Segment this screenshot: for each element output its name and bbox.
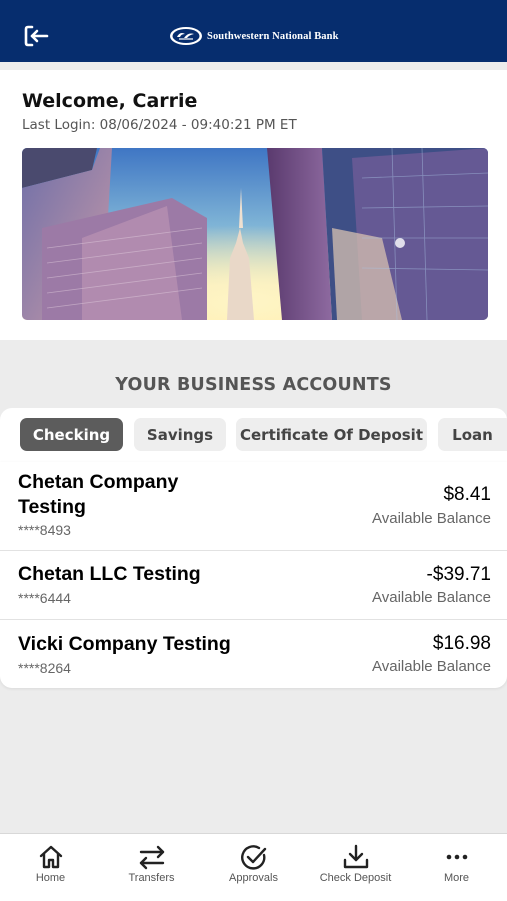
- nav-home[interactable]: Home: [0, 834, 101, 901]
- more-dots-icon: [446, 854, 467, 860]
- account-number: ****6444: [18, 590, 71, 606]
- account-balance: $8.41: [443, 484, 491, 505]
- account-balance: -$39.71: [426, 564, 491, 585]
- account-row[interactable]: Vicki Company Testing ****8264 $16.98 Av…: [0, 620, 507, 688]
- bank-name: Southwestern National Bank: [207, 30, 339, 42]
- transfer-arrows-icon: [139, 845, 164, 870]
- nav-approvals[interactable]: Approvals: [203, 834, 304, 901]
- account-number: ****8264: [18, 660, 71, 676]
- top-bar: Southwestern National Bank: [0, 0, 507, 62]
- last-login-text: Last Login: 08/06/2024 - 09:40:21 PM ET: [22, 117, 297, 133]
- accounts-list: Chetan Company Testing ****8493 $8.41 Av…: [0, 462, 507, 688]
- bank-logo-icon: [170, 27, 202, 45]
- nav-more[interactable]: More: [406, 834, 507, 901]
- tab-certificate-of-deposit[interactable]: Certificate Of Deposit: [236, 418, 427, 451]
- bank-logo: Southwestern National Bank: [168, 25, 339, 47]
- account-name: Chetan Company: [18, 471, 179, 493]
- account-name: Vicki Company Testing: [18, 633, 231, 655]
- bottom-nav: Home Transfers Approvals Check Deposit M…: [0, 833, 507, 901]
- tab-checking[interactable]: Checking: [20, 418, 123, 451]
- nav-label: Home: [35, 872, 66, 884]
- account-name-line2: Testing: [18, 496, 86, 518]
- section-title: YOUR BUSINESS ACCOUNTS: [115, 375, 392, 395]
- tab-loan[interactable]: Loan: [438, 418, 507, 451]
- logout-icon: [24, 25, 49, 47]
- account-balance: $16.98: [432, 633, 491, 654]
- nav-check-deposit[interactable]: Check Deposit: [305, 834, 406, 901]
- balance-label: Available Balance: [372, 589, 491, 606]
- welcome-title: Welcome, Carrie: [22, 90, 198, 112]
- nav-label: More: [443, 872, 470, 884]
- account-row[interactable]: Chetan Company Testing ****8493 $8.41 Av…: [0, 462, 507, 550]
- balance-label: Available Balance: [372, 658, 491, 675]
- download-tray-icon: [343, 844, 368, 869]
- home-icon: [39, 845, 62, 869]
- check-circle-icon: [240, 845, 266, 870]
- account-number: ****8493: [18, 522, 71, 538]
- banner-image: [22, 148, 488, 320]
- nav-transfers[interactable]: Transfers: [101, 834, 202, 901]
- nav-label: Check Deposit: [319, 872, 392, 884]
- account-type-tabs: Checking Savings Certificate Of Deposit …: [0, 408, 507, 462]
- nav-label: Approvals: [229, 872, 278, 884]
- account-row[interactable]: Chetan LLC Testing ****6444 -$39.71 Avai…: [0, 551, 507, 619]
- logout-button[interactable]: [22, 22, 52, 50]
- nav-label: Transfers: [128, 872, 175, 884]
- tab-savings[interactable]: Savings: [134, 418, 226, 451]
- account-name: Chetan LLC Testing: [18, 563, 201, 585]
- balance-label: Available Balance: [372, 510, 491, 527]
